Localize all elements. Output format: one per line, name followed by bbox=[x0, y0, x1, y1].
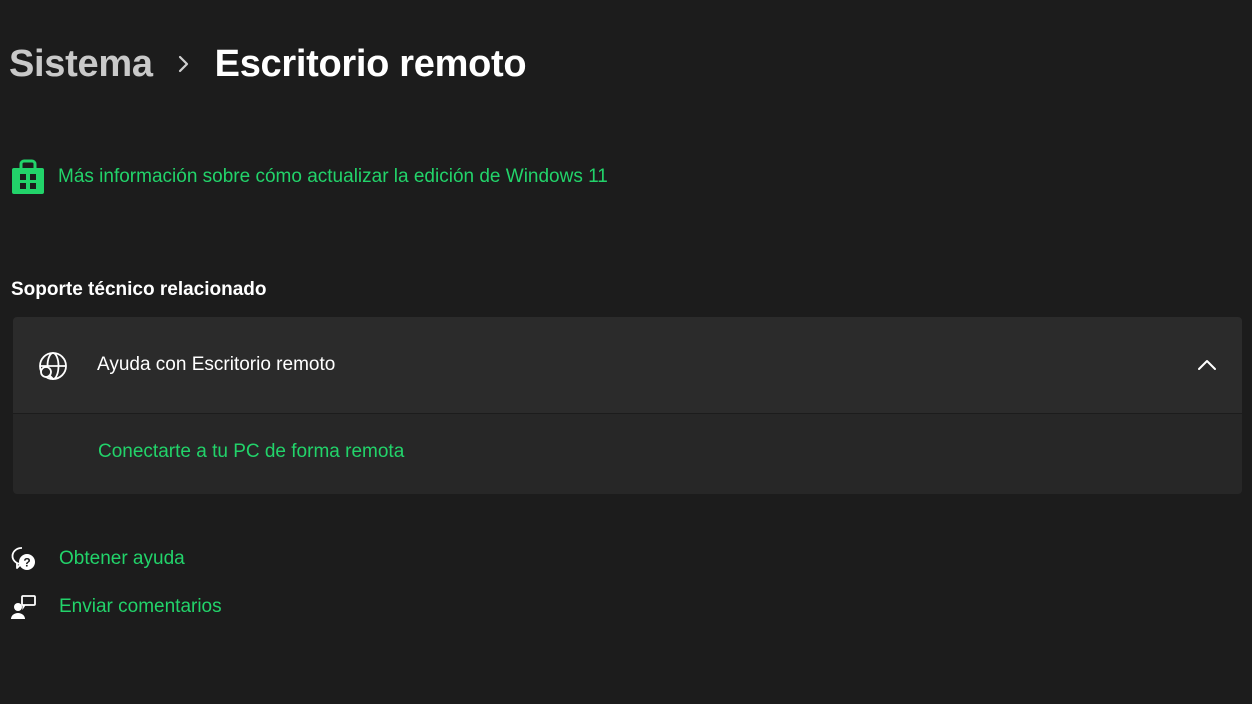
section-title-related-support: Soporte técnico relacionado bbox=[11, 279, 267, 300]
support-card-header[interactable]: Ayuda con Escritorio remoto bbox=[13, 317, 1242, 414]
breadcrumb-parent-sistema[interactable]: Sistema bbox=[9, 43, 153, 86]
chevron-right-icon bbox=[153, 54, 215, 74]
feedback-icon bbox=[10, 593, 38, 621]
send-feedback-text: Enviar comentarios bbox=[59, 596, 222, 617]
support-card-body: Conectarte a tu PC de forma remota bbox=[13, 414, 1242, 494]
page-title: Escritorio remoto bbox=[214, 42, 527, 85]
footer-links: ? Obtener ayuda Enviar comentarios bbox=[10, 540, 222, 636]
upgrade-windows-link[interactable]: Más información sobre cómo actualizar la… bbox=[10, 158, 608, 196]
support-card: Ayuda con Escritorio remoto Conectarte a… bbox=[13, 317, 1242, 494]
store-icon bbox=[10, 158, 46, 196]
upgrade-link-text: Más información sobre cómo actualizar la… bbox=[58, 166, 608, 187]
send-feedback-link[interactable]: Enviar comentarios bbox=[10, 588, 222, 626]
breadcrumb: Sistema Escritorio remoto bbox=[9, 36, 527, 92]
get-help-text: Obtener ayuda bbox=[59, 548, 185, 569]
remote-connect-link[interactable]: Conectarte a tu PC de forma remota bbox=[98, 441, 404, 463]
globe-search-icon bbox=[37, 350, 69, 382]
settings-page: Sistema Escritorio remoto Más informació… bbox=[0, 0, 1252, 704]
svg-text:?: ? bbox=[23, 556, 30, 570]
help-chat-icon: ? bbox=[10, 545, 38, 573]
support-card-label: Ayuda con Escritorio remoto bbox=[97, 354, 336, 375]
get-help-link[interactable]: ? Obtener ayuda bbox=[10, 540, 222, 578]
chevron-up-icon[interactable] bbox=[1196, 356, 1218, 374]
